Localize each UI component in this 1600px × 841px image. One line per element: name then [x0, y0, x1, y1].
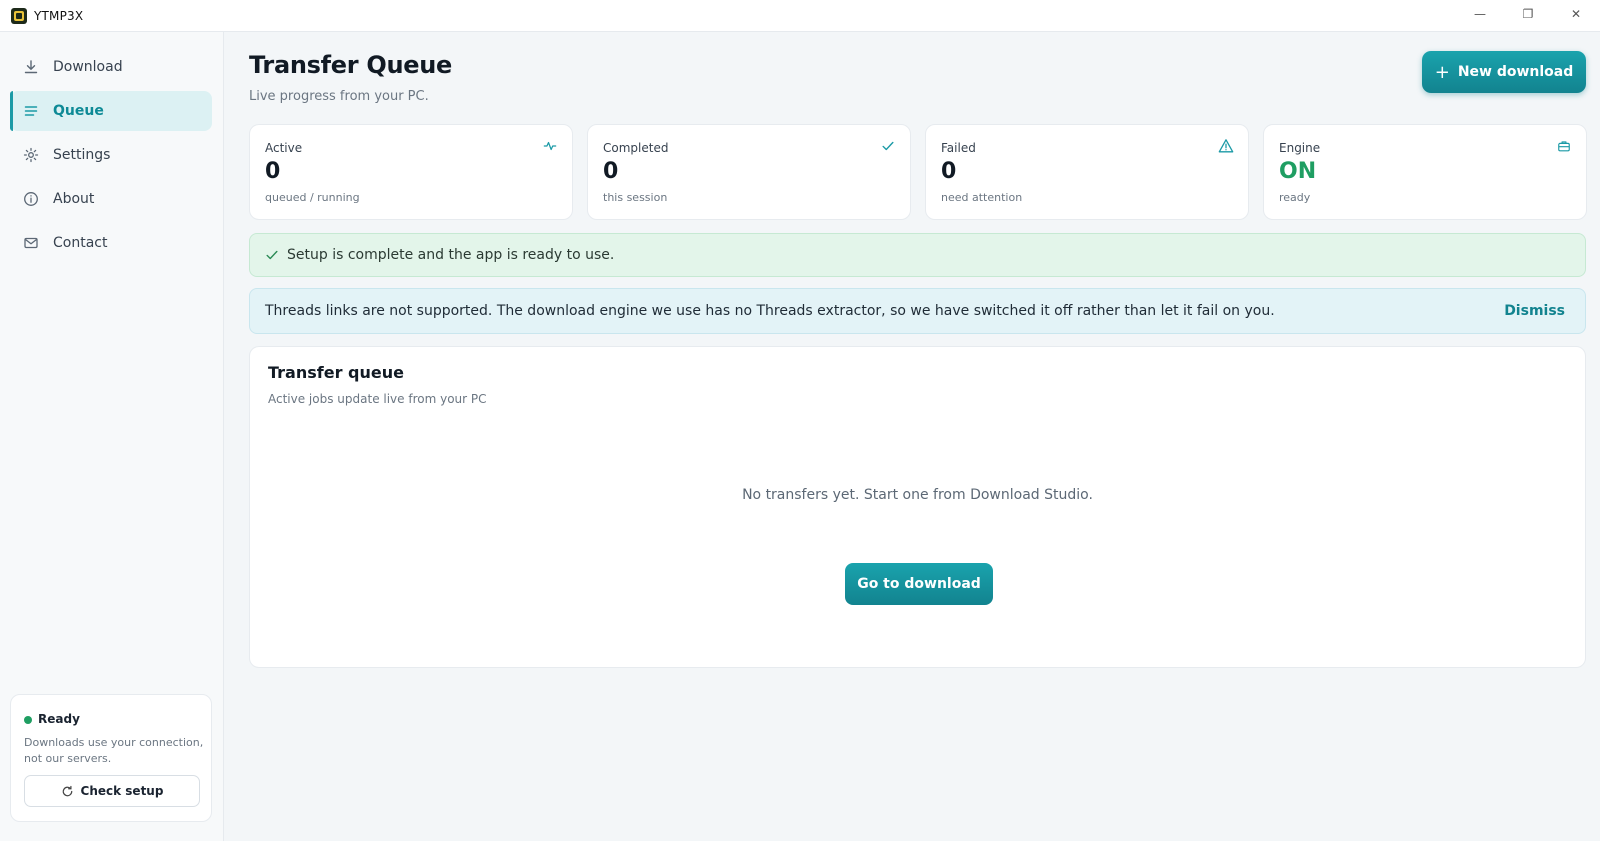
- new-download-button[interactable]: + New download: [1422, 51, 1586, 93]
- sidebar-item-label: About: [53, 191, 95, 207]
- mail-icon: [22, 234, 40, 252]
- stat-note: this session: [603, 191, 668, 204]
- check-icon: [265, 248, 279, 262]
- download-icon: [22, 58, 40, 76]
- sidebar-item-about[interactable]: About: [10, 179, 212, 219]
- stat-value: 0: [603, 159, 619, 184]
- new-download-label: New download: [1457, 64, 1574, 80]
- check-setup-button[interactable]: Check setup: [24, 775, 200, 807]
- success-banner-text: Setup is complete and the app is ready t…: [287, 247, 615, 263]
- stat-value: ON: [1279, 159, 1317, 184]
- sidebar-item-contact[interactable]: Contact: [10, 223, 212, 263]
- page-subtitle: Live progress from your PC.: [249, 89, 429, 104]
- status-title: Ready: [38, 712, 80, 726]
- info-banner-text: Threads links are not supported. The dow…: [265, 303, 1275, 319]
- dismiss-button[interactable]: Dismiss: [1504, 303, 1565, 319]
- check-icon: [880, 138, 896, 154]
- sidebar-item-label: Queue: [53, 103, 104, 119]
- minimize-icon: —: [1474, 7, 1486, 21]
- sidebar-item-settings[interactable]: Settings: [10, 135, 212, 175]
- info-banner: Threads links are not supported. The dow…: [249, 288, 1586, 334]
- briefcase-icon: [1556, 138, 1572, 154]
- stat-card-engine: Engine ON ready: [1263, 124, 1587, 220]
- minimize-button[interactable]: —: [1456, 0, 1504, 28]
- queue-subtitle: Active jobs update live from your PC: [268, 392, 487, 406]
- empty-state-message: No transfers yet. Start one from Downloa…: [742, 487, 1093, 503]
- queue-title: Transfer queue: [268, 363, 404, 382]
- activity-icon: [542, 138, 558, 154]
- title-bar: YTMP3X — ❐ ✕: [0, 0, 1600, 32]
- stat-label: Active: [265, 141, 303, 155]
- app-logo-icon: [11, 7, 27, 24]
- sidebar-item-queue[interactable]: Queue: [10, 91, 212, 131]
- sidebar-item-label: Contact: [53, 235, 108, 251]
- transfer-queue-panel: Transfer queue Active jobs update live f…: [249, 346, 1586, 668]
- window-controls: — ❐ ✕: [1456, 0, 1600, 32]
- close-button[interactable]: ✕: [1552, 0, 1600, 28]
- sidebar-item-label: Settings: [53, 147, 111, 163]
- stat-card-active: Active 0 queued / running: [249, 124, 573, 220]
- stat-label: Failed: [941, 141, 976, 155]
- app-title: YTMP3X: [34, 8, 84, 23]
- stat-value: 0: [941, 159, 957, 184]
- stat-note: queued / running: [265, 191, 360, 204]
- go-to-download-button[interactable]: Go to download: [845, 563, 993, 605]
- sidebar-item-label: Download: [53, 59, 123, 75]
- maximize-icon: ❐: [1522, 7, 1534, 21]
- sidebar: Download Queue Settings About Contact Re…: [0, 32, 224, 841]
- gear-icon: [22, 146, 40, 164]
- check-setup-label: Check setup: [80, 784, 164, 798]
- status-card: Ready Downloads use your connection, not…: [10, 694, 212, 822]
- stat-card-completed: Completed 0 this session: [587, 124, 911, 220]
- stat-note: need attention: [941, 191, 1023, 204]
- stat-label: Engine: [1279, 141, 1321, 155]
- sidebar-item-download[interactable]: Download: [10, 47, 212, 87]
- plus-icon: +: [1434, 61, 1450, 83]
- page-title: Transfer Queue: [249, 51, 452, 79]
- stat-label: Completed: [603, 141, 669, 155]
- stat-note: ready: [1279, 191, 1311, 204]
- refresh-icon: [61, 785, 74, 798]
- status-dot-icon: [24, 716, 32, 724]
- info-icon: [22, 190, 40, 208]
- maximize-button[interactable]: ❐: [1504, 0, 1552, 28]
- list-icon: [22, 102, 40, 120]
- warning-icon: [1218, 138, 1234, 154]
- success-banner: Setup is complete and the app is ready t…: [249, 233, 1586, 277]
- stat-value: 0: [265, 159, 281, 184]
- status-description: Downloads use your connection, not our s…: [24, 736, 204, 765]
- close-icon: ✕: [1570, 7, 1582, 21]
- stat-card-failed: Failed 0 need attention: [925, 124, 1249, 220]
